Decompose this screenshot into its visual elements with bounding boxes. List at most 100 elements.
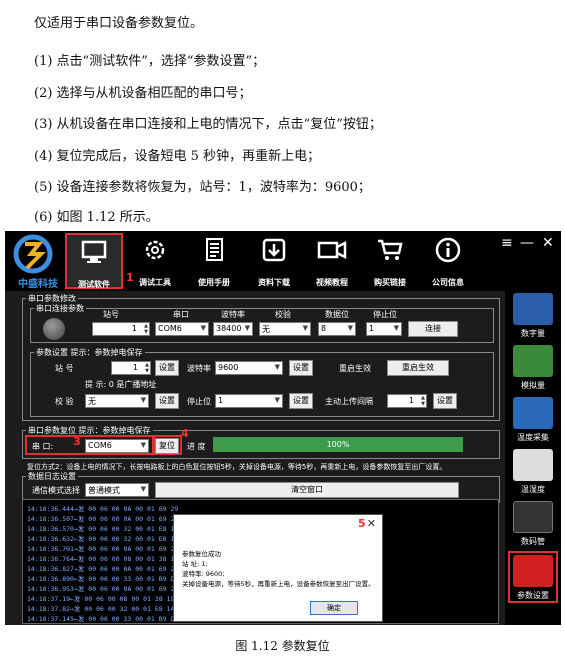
annotation-3: 3 bbox=[73, 435, 81, 448]
ok-button[interactable]: 确定 bbox=[310, 601, 358, 615]
set-parity-button[interactable]: 设置 bbox=[155, 393, 179, 409]
sidebar-label: 数码管 bbox=[521, 537, 545, 546]
stepper-icon[interactable]: ▲ ▼ bbox=[145, 362, 149, 374]
nav-purchase[interactable]: 购买链接 bbox=[361, 233, 419, 289]
stopbits-select[interactable]: 1 ▼ bbox=[366, 322, 402, 336]
step-3: (3) 从机设备在串口连接和上电的情况下，点击“复位”按钮； bbox=[34, 117, 382, 132]
nav-label: 资料下载 bbox=[258, 278, 290, 287]
close-icon[interactable]: ✕ bbox=[367, 517, 376, 530]
nav-company-info[interactable]: 公司信息 bbox=[419, 233, 477, 289]
databits-select[interactable]: 8 ▼ bbox=[318, 322, 356, 336]
clear-window-button[interactable]: 清空窗口 bbox=[155, 482, 459, 498]
device-sidebar: 数字量 模拟量 温度采集 温湿度 数码管 参数设置 2 bbox=[495, 291, 561, 625]
broadcast-hint: 提 示: 0 是广播地址 bbox=[85, 380, 157, 389]
group-title: 参数设置 提示：参数掉电保存 bbox=[36, 348, 143, 357]
dialog-message-station: 站 址: 1; bbox=[182, 560, 208, 568]
sidebar-item-temperature[interactable]: 温度采集 bbox=[508, 395, 558, 447]
humidity-module-icon bbox=[513, 449, 553, 481]
log-line: 14:18:37.19←发 00 06 00 08 00 01 38 19 bbox=[27, 595, 175, 603]
sidebar-item-param-settings[interactable]: 参数设置 bbox=[508, 551, 558, 603]
app-screenshot: 中盛科技 测试软件 1 调试工具 使用手册 资料下载 视频教程 购买链接 公司信… bbox=[5, 231, 561, 625]
group-title: 数据日志设置 bbox=[28, 472, 76, 481]
annotation-5: 5 bbox=[358, 517, 366, 530]
reset-progress-bar: 100% bbox=[213, 437, 463, 452]
step-5: (5) 设备连接参数将恢复为，站号：1，波特率为：9600； bbox=[34, 180, 371, 195]
info-icon bbox=[435, 237, 461, 263]
log-line: 14:18:36.827→发 00 06 00 0A 00 01 69 29 bbox=[27, 565, 179, 573]
chevron-down-icon: ▼ bbox=[302, 324, 308, 332]
reset-button[interactable]: 复位 bbox=[155, 438, 179, 454]
nav-downloads[interactable]: 资料下载 bbox=[245, 233, 303, 289]
parity-select[interactable]: 无 ▼ bbox=[259, 322, 311, 336]
header-baud: 波特率 bbox=[221, 310, 245, 319]
video-icon bbox=[317, 240, 347, 260]
set-stopbit-button[interactable]: 设置 bbox=[289, 393, 313, 409]
nav-label: 购买链接 bbox=[374, 278, 406, 287]
sidebar-label: 数字量 bbox=[521, 329, 545, 338]
connect-button[interactable]: 连接 bbox=[408, 321, 458, 337]
step-4: (4) 复位完成后，设备短电 5 秒钟，再重新上电； bbox=[34, 149, 321, 164]
chevron-down-icon: ▼ bbox=[140, 441, 146, 449]
intro-text: 仅适用于串口设备参数复位。 bbox=[34, 16, 204, 31]
nav-video[interactable]: 视频教程 bbox=[303, 233, 361, 289]
connection-status-indicator bbox=[43, 318, 65, 340]
new-parity-select[interactable]: 无 ▼ bbox=[85, 394, 149, 408]
sidebar-item-analog[interactable]: 模拟量 bbox=[508, 343, 558, 395]
param-settings-icon bbox=[513, 555, 553, 587]
temperature-module-icon bbox=[513, 397, 553, 429]
set-station-button[interactable]: 设置 bbox=[155, 360, 179, 376]
log-line: 14:18:36.953→发 00 06 00 0A 00 01 69 29 bbox=[27, 585, 179, 593]
parity-label: 校 验 bbox=[55, 397, 74, 406]
nav-label: 调试工具 bbox=[139, 278, 171, 287]
new-stopbit-select[interactable]: 1 ▼ bbox=[215, 394, 283, 408]
header-port: 串口 bbox=[173, 310, 189, 319]
log-line: 14:18:36.507←发 00 06 00 0A 00 01 69 29 bbox=[27, 515, 179, 523]
nav-label: 公司信息 bbox=[432, 278, 464, 287]
annotation-4: 4 bbox=[181, 427, 189, 440]
close-icon[interactable]: ✕ bbox=[542, 235, 554, 251]
monitor-icon bbox=[81, 240, 107, 263]
reset-success-dialog: 5 ✕ 参数复位成功 站 址: 1; 波特率: 9600; 关掉设备电源，等待5… bbox=[173, 514, 383, 622]
dialog-message-baud: 波特率: 9600; bbox=[182, 570, 225, 578]
restart-button[interactable]: 重启生效 bbox=[387, 360, 449, 376]
minimize-icon[interactable]: — bbox=[520, 235, 534, 251]
new-station-input[interactable]: 1 ▲ ▼ bbox=[111, 361, 151, 375]
set-baud-button[interactable]: 设置 bbox=[289, 360, 313, 376]
dialog-message-title: 参数复位成功 bbox=[182, 550, 221, 558]
nav-label: 使用手册 bbox=[198, 278, 230, 287]
log-line: 14:18:37.82→发 00 06 00 32 00 01 E8 14 bbox=[27, 605, 175, 613]
sidebar-item-display[interactable]: 数码管 bbox=[508, 499, 558, 551]
stopbit-label: 停止位 bbox=[187, 397, 211, 406]
log-line: 14:18:36.764←发 00 06 00 08 00 01 38 19 bbox=[27, 555, 179, 563]
stepper-icon[interactable]: ▲ ▼ bbox=[421, 395, 425, 407]
reset-port-select[interactable]: COM6 ▼ bbox=[85, 439, 149, 453]
baud-select[interactable]: 38400 ▼ bbox=[213, 322, 253, 336]
sidebar-item-humidity[interactable]: 温湿度 bbox=[508, 447, 558, 499]
station-input[interactable]: 1 ▲ ▼ bbox=[92, 322, 150, 336]
chevron-down-icon: ▼ bbox=[393, 324, 399, 332]
header-databits: 数据位 bbox=[325, 310, 349, 319]
set-upload-button[interactable]: 设置 bbox=[433, 393, 457, 409]
log-line: 14:18:36.632←发 00 06 00 32 00 01 E8 14 bbox=[27, 535, 179, 543]
menu-icon[interactable]: ≡ bbox=[501, 235, 513, 251]
chevron-down-icon: ▼ bbox=[347, 324, 353, 332]
sidebar-item-digital[interactable]: 数字量 bbox=[508, 291, 558, 343]
station-label: 站 号 bbox=[55, 364, 74, 373]
stepper-icon[interactable]: ▲ ▼ bbox=[144, 323, 148, 335]
port-select[interactable]: COM6 ▼ bbox=[155, 322, 209, 336]
nav-manual[interactable]: 使用手册 bbox=[185, 233, 243, 289]
chevron-down-icon: ▼ bbox=[200, 324, 206, 332]
nav-test-software[interactable]: 测试软件 bbox=[65, 233, 123, 289]
upload-interval-input[interactable]: 1 ▲ ▼ bbox=[387, 394, 427, 408]
new-baud-select[interactable]: 9600 ▼ bbox=[215, 361, 283, 375]
header-parity: 校验 bbox=[275, 310, 291, 319]
nav-debug-tools[interactable]: 调试工具 bbox=[126, 233, 184, 289]
log-line: 14:18:37.145←发 00 06 00 33 00 01 B9 D4 bbox=[27, 615, 179, 623]
comm-mode-select[interactable]: 普通模式 ▼ bbox=[85, 483, 149, 497]
nav-label: 测试软件 bbox=[78, 280, 110, 289]
group-title: 串口连接参数 bbox=[36, 304, 84, 313]
sidebar-label: 温湿度 bbox=[521, 485, 545, 494]
sidebar-label: 参数设置 bbox=[517, 591, 549, 600]
chevron-down-icon: ▼ bbox=[140, 396, 146, 404]
header-station: 站号 bbox=[103, 310, 119, 319]
